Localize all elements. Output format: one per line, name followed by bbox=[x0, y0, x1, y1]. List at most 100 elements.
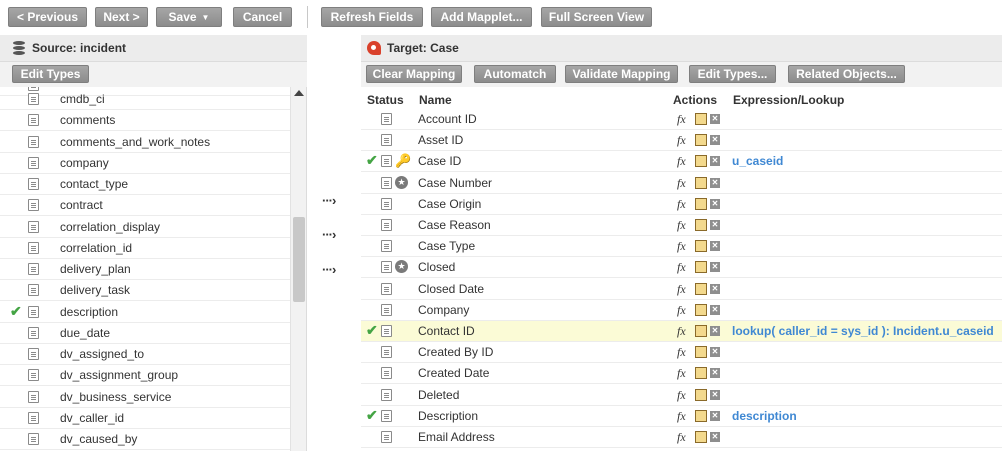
scroll-up-icon[interactable] bbox=[294, 90, 304, 96]
delete-icon[interactable]: ✕ bbox=[710, 326, 720, 336]
list-item[interactable]: contract bbox=[0, 195, 290, 217]
lookup-icon[interactable] bbox=[695, 367, 707, 380]
lookup-icon[interactable] bbox=[695, 388, 707, 401]
function-icon[interactable]: fx bbox=[677, 366, 686, 381]
target-edit-types-button[interactable]: Edit Types... bbox=[689, 65, 776, 83]
function-icon[interactable]: fx bbox=[677, 282, 686, 297]
lookup-icon[interactable] bbox=[695, 155, 707, 168]
list-item[interactable]: delivery_plan bbox=[0, 259, 290, 280]
list-item[interactable]: dv_business_service bbox=[0, 387, 290, 408]
table-row[interactable]: Company fx ✕ bbox=[361, 300, 1002, 321]
cancel-button[interactable]: Cancel bbox=[233, 7, 292, 27]
function-icon[interactable]: fx bbox=[677, 218, 686, 233]
list-item[interactable]: correlation_display bbox=[0, 217, 290, 238]
lookup-icon[interactable] bbox=[695, 303, 707, 316]
lookup-icon[interactable] bbox=[695, 346, 707, 359]
automatch-button[interactable]: Automatch bbox=[474, 65, 556, 83]
delete-icon[interactable]: ✕ bbox=[710, 432, 720, 442]
lookup-icon[interactable] bbox=[695, 261, 707, 274]
expression-text[interactable]: description bbox=[732, 409, 797, 423]
refresh-fields-button[interactable]: Refresh Fields bbox=[321, 7, 423, 27]
table-row[interactable]: Case Reason fx ✕ bbox=[361, 215, 1002, 236]
function-icon[interactable]: fx bbox=[677, 197, 686, 212]
list-item[interactable]: ✔ description bbox=[0, 302, 290, 323]
scroll-thumb[interactable] bbox=[293, 217, 305, 302]
table-row[interactable]: Created Date fx ✕ bbox=[361, 363, 1002, 385]
delete-icon[interactable]: ✕ bbox=[710, 368, 720, 379]
list-item[interactable]: cmdb_ci bbox=[0, 89, 290, 110]
lookup-icon[interactable] bbox=[695, 431, 707, 443]
delete-icon[interactable]: ✕ bbox=[710, 198, 720, 209]
list-item[interactable]: dv_assigned_to bbox=[0, 344, 290, 365]
lookup-icon[interactable] bbox=[695, 219, 707, 231]
full-screen-view-button[interactable]: Full Screen View bbox=[541, 7, 652, 27]
table-row[interactable]: Created By ID fx ✕ bbox=[361, 342, 1002, 364]
table-row[interactable]: ★ Closed fx ✕ bbox=[361, 257, 1002, 279]
list-item[interactable]: comments_and_work_notes bbox=[0, 132, 290, 153]
delete-icon[interactable]: ✕ bbox=[710, 135, 720, 146]
source-scrollbar[interactable] bbox=[290, 87, 306, 451]
function-icon[interactable]: fx bbox=[677, 133, 686, 148]
function-icon[interactable]: fx bbox=[677, 409, 686, 424]
delete-icon[interactable]: ✕ bbox=[710, 220, 720, 230]
list-item[interactable]: delivery_task bbox=[0, 280, 290, 302]
lookup-icon[interactable] bbox=[695, 197, 707, 210]
delete-icon[interactable]: ✕ bbox=[710, 389, 720, 400]
function-icon[interactable]: fx bbox=[677, 260, 686, 275]
delete-icon[interactable]: ✕ bbox=[710, 283, 720, 294]
validate-mapping-button[interactable]: Validate Mapping bbox=[565, 65, 678, 83]
table-row[interactable]: Deleted fx ✕ bbox=[361, 385, 1002, 406]
lookup-icon[interactable] bbox=[695, 134, 707, 147]
table-row[interactable]: Email Address fx ✕ bbox=[361, 427, 1002, 448]
expression-text[interactable]: lookup( caller_id = sys_id ): Incident.u… bbox=[732, 324, 994, 338]
source-edit-types-button[interactable]: Edit Types bbox=[12, 65, 89, 83]
save-button[interactable]: Save ▼ bbox=[156, 7, 222, 27]
lookup-icon[interactable] bbox=[695, 176, 707, 189]
list-item[interactable]: contact_type bbox=[0, 174, 290, 195]
table-row[interactable]: Closed Date fx ✕ bbox=[361, 279, 1002, 300]
delete-icon[interactable]: ✕ bbox=[710, 241, 720, 252]
list-item[interactable]: dv_caused_by bbox=[0, 429, 290, 450]
list-item[interactable]: comments bbox=[0, 110, 290, 132]
lookup-icon[interactable] bbox=[695, 113, 707, 125]
table-row[interactable]: Asset ID fx ✕ bbox=[361, 130, 1002, 152]
column-header-actions[interactable]: Actions bbox=[673, 93, 717, 107]
function-icon[interactable]: fx bbox=[677, 176, 686, 191]
table-row[interactable]: ✔ 🔑 Case ID fx ✕ u_caseid bbox=[361, 151, 1002, 173]
column-header-status[interactable]: Status bbox=[367, 93, 404, 107]
function-icon[interactable]: fx bbox=[677, 324, 686, 339]
lookup-icon[interactable] bbox=[695, 325, 707, 337]
expression-text[interactable]: u_caseid bbox=[732, 154, 783, 168]
column-header-name[interactable]: Name bbox=[419, 93, 452, 107]
table-row[interactable]: ✔ Description fx ✕ description bbox=[361, 406, 1002, 427]
delete-icon[interactable]: ✕ bbox=[710, 304, 720, 315]
table-row[interactable]: Case Origin fx ✕ bbox=[361, 194, 1002, 215]
table-row[interactable]: Account ID fx ✕ bbox=[361, 109, 1002, 130]
function-icon[interactable]: fx bbox=[677, 345, 686, 360]
related-objects-button[interactable]: Related Objects... bbox=[788, 65, 905, 83]
lookup-icon[interactable] bbox=[695, 282, 707, 295]
function-icon[interactable]: fx bbox=[677, 112, 686, 127]
source-field-list[interactable]: cmdb_ci comments comments_and_work_notes co… bbox=[0, 87, 290, 451]
list-item[interactable]: dv_assignment_group bbox=[0, 365, 290, 387]
function-icon[interactable]: fx bbox=[677, 303, 686, 318]
lookup-icon[interactable] bbox=[695, 409, 707, 422]
delete-icon[interactable]: ✕ bbox=[710, 156, 720, 167]
delete-icon[interactable]: ✕ bbox=[710, 177, 720, 188]
delete-icon[interactable]: ✕ bbox=[710, 410, 720, 421]
list-item[interactable]: company bbox=[0, 153, 290, 174]
list-item[interactable]: dv_caller_id bbox=[0, 408, 290, 429]
table-row[interactable]: ★ Case Number fx ✕ bbox=[361, 173, 1002, 194]
table-row[interactable]: ✔ Contact ID fx ✕ lookup( caller_id = sys_id… bbox=[361, 321, 1002, 342]
function-icon[interactable]: fx bbox=[677, 430, 686, 445]
table-row[interactable]: Case Type fx ✕ bbox=[361, 236, 1002, 258]
list-item[interactable]: due_date bbox=[0, 323, 290, 344]
function-icon[interactable]: fx bbox=[677, 154, 686, 169]
delete-icon[interactable]: ✕ bbox=[710, 262, 720, 273]
column-header-expression[interactable]: Expression/Lookup bbox=[733, 93, 844, 107]
next-button[interactable]: Next > bbox=[95, 7, 148, 27]
add-mapplet-button[interactable]: Add Mapplet... bbox=[431, 7, 532, 27]
previous-button[interactable]: < Previous bbox=[8, 7, 87, 27]
delete-icon[interactable]: ✕ bbox=[710, 114, 720, 124]
function-icon[interactable]: fx bbox=[677, 239, 686, 254]
